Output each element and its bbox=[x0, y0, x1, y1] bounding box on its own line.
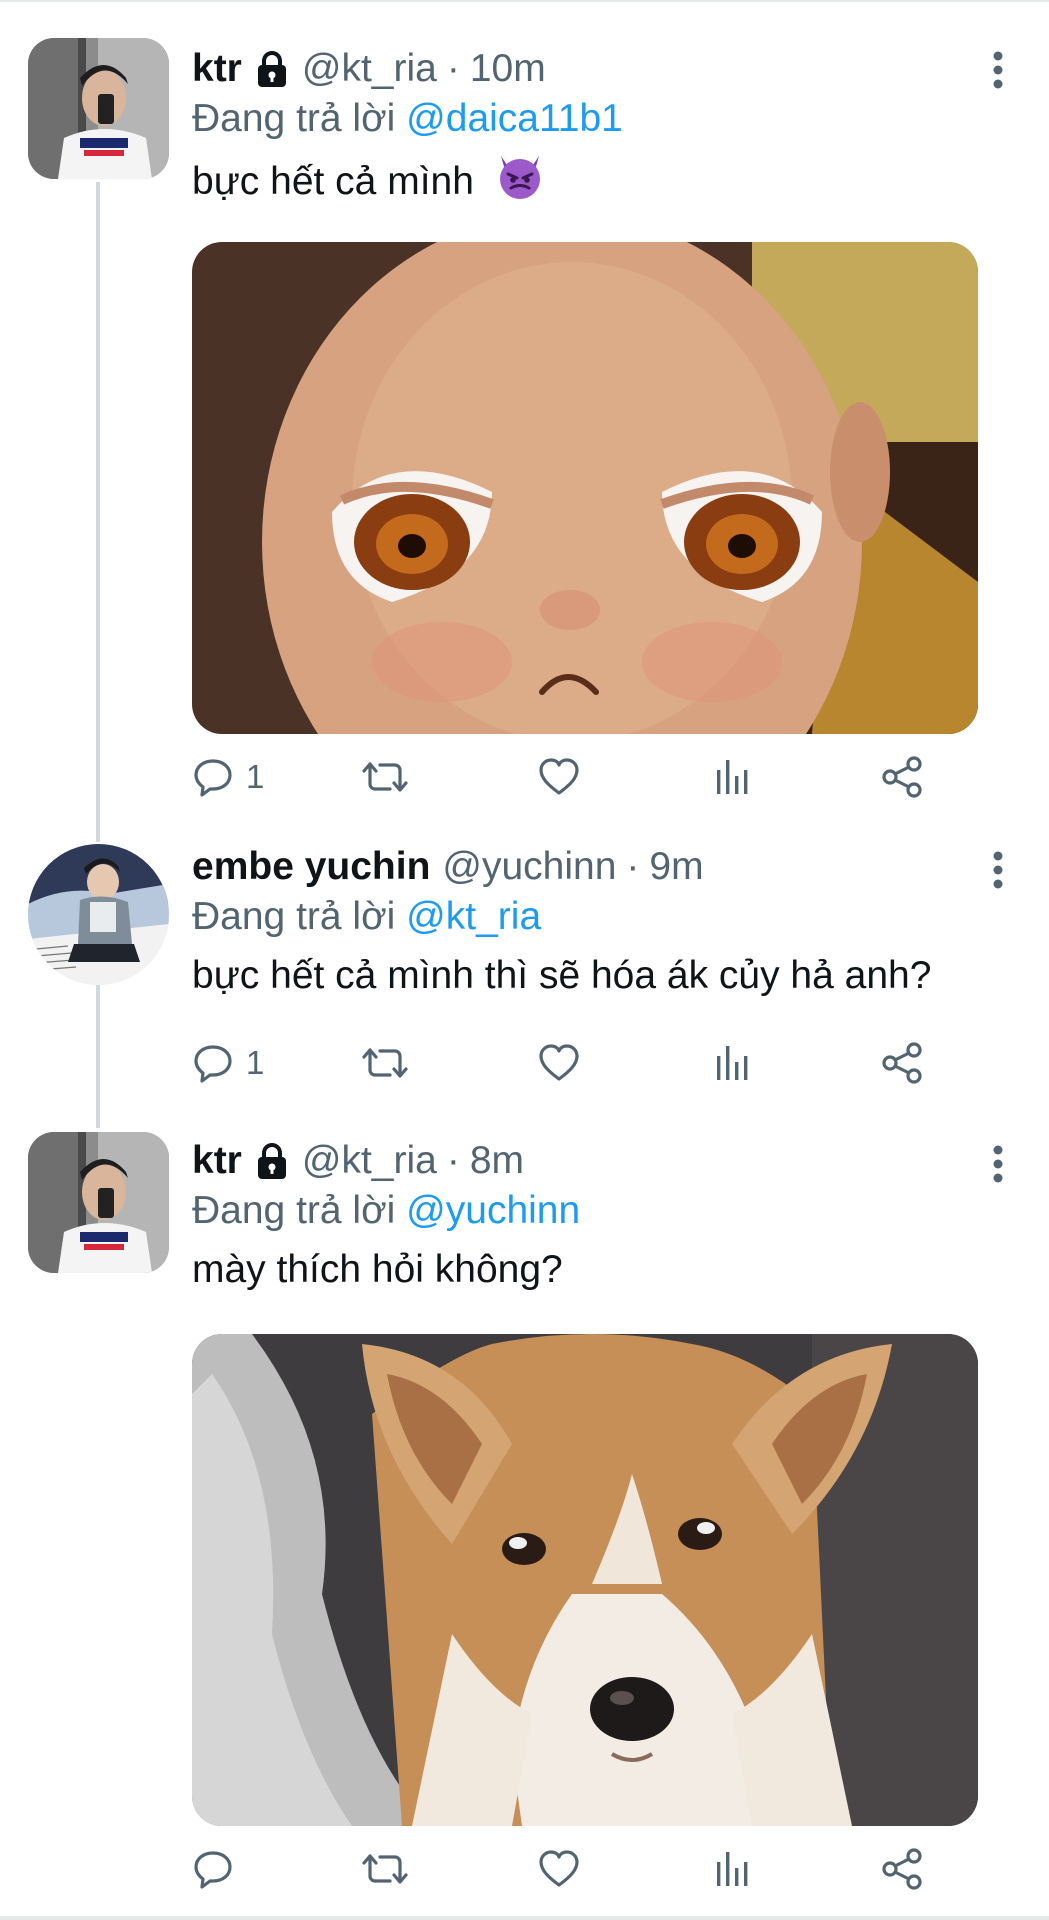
tweet-text: bực hết cả mình bbox=[192, 152, 1009, 214]
reply-bubble-icon bbox=[192, 1848, 234, 1890]
tweet-text-content: bực hết cả mình bbox=[192, 160, 474, 203]
display-name[interactable]: embe yuchin bbox=[192, 842, 430, 892]
retweet-icon bbox=[362, 1042, 408, 1084]
retweet-icon bbox=[362, 1848, 408, 1890]
more-vertical-icon[interactable] bbox=[991, 50, 1005, 90]
tweet-header: ktr @kt_ria · 8m bbox=[192, 1136, 1009, 1186]
tweet-content: ktr @kt_ria · 8m Đang trả lời @yuchinn m… bbox=[192, 1136, 1009, 1296]
heart-icon bbox=[538, 1042, 580, 1084]
lock-icon bbox=[252, 49, 292, 89]
retweet-icon bbox=[362, 756, 408, 798]
reply-button[interactable] bbox=[192, 1844, 246, 1894]
replying-to: Đang trả lời @kt_ria bbox=[192, 892, 1009, 942]
display-name[interactable]: ktr bbox=[192, 44, 242, 94]
lock-icon bbox=[252, 1141, 292, 1181]
tweet-text: bực hết cả mình thì sẽ hóa ák củy hả anh… bbox=[192, 954, 932, 997]
tweet-header: embe yuchin @yuchinn · 9m bbox=[192, 842, 1009, 892]
more-vertical-icon[interactable] bbox=[991, 850, 1005, 890]
handle[interactable]: @kt_ria bbox=[302, 44, 437, 94]
timestamp[interactable]: 8m bbox=[470, 1136, 524, 1186]
avatar[interactable] bbox=[28, 1132, 169, 1273]
replying-to-label: Đang trả lời bbox=[192, 1189, 396, 1232]
tweet-text: mày thích hỏi không? bbox=[192, 1248, 563, 1291]
tweet-actions: 1 bbox=[192, 752, 952, 802]
replying-to-label: Đang trả lời bbox=[192, 97, 396, 140]
more-vertical-icon[interactable] bbox=[991, 1144, 1005, 1184]
tweet[interactable]: embe yuchin @yuchinn · 9m Đang trả lời @… bbox=[0, 800, 1049, 1100]
heart-icon bbox=[538, 756, 580, 798]
mention-link[interactable]: @yuchinn bbox=[406, 1189, 580, 1232]
separator: · bbox=[446, 1139, 460, 1182]
share-icon bbox=[880, 1041, 924, 1085]
reply-button[interactable]: 1 bbox=[192, 752, 264, 802]
analytics-bars-icon bbox=[712, 1042, 752, 1084]
mention-link[interactable]: @daica11b1 bbox=[406, 97, 623, 140]
tweet[interactable]: ktr @kt_ria · 10m Đang trả lời @daica11b… bbox=[0, 0, 1049, 800]
display-name[interactable]: ktr bbox=[192, 1136, 242, 1186]
devil-emoji-icon bbox=[495, 152, 545, 214]
like-button[interactable] bbox=[538, 752, 580, 802]
retweet-button[interactable] bbox=[362, 1038, 408, 1088]
reply-button[interactable]: 1 bbox=[192, 1038, 264, 1088]
reply-bubble-icon bbox=[192, 756, 234, 798]
avatar[interactable] bbox=[28, 38, 169, 179]
bottom-divider bbox=[0, 1916, 1049, 1920]
retweet-button[interactable] bbox=[362, 1844, 408, 1894]
reply-count: 1 bbox=[246, 1044, 265, 1081]
mention-link[interactable]: @kt_ria bbox=[406, 895, 541, 938]
tweet-actions bbox=[192, 1844, 952, 1894]
tweet[interactable]: ktr @kt_ria · 8m Đang trả lời @yuchinn m… bbox=[0, 1100, 1049, 1910]
views-button[interactable] bbox=[712, 1038, 752, 1088]
avatar[interactable] bbox=[28, 844, 169, 985]
like-button[interactable] bbox=[538, 1038, 580, 1088]
share-icon bbox=[880, 755, 924, 799]
replying-to: Đang trả lời @daica11b1 bbox=[192, 94, 1009, 144]
tweet-content: ktr @kt_ria · 10m Đang trả lời @daica11b… bbox=[192, 44, 1009, 214]
tweet-content: embe yuchin @yuchinn · 9m Đang trả lời @… bbox=[192, 842, 1009, 1002]
analytics-bars-icon bbox=[712, 756, 752, 798]
share-button[interactable] bbox=[880, 1844, 924, 1894]
handle[interactable]: @kt_ria bbox=[302, 1136, 437, 1186]
replying-to-label: Đang trả lời bbox=[192, 895, 396, 938]
reply-count: 1 bbox=[246, 758, 265, 795]
share-button[interactable] bbox=[880, 752, 924, 802]
tweet-header: ktr @kt_ria · 10m bbox=[192, 44, 1009, 94]
heart-icon bbox=[538, 1848, 580, 1890]
analytics-bars-icon bbox=[712, 1848, 752, 1890]
retweet-button[interactable] bbox=[362, 752, 408, 802]
timestamp[interactable]: 10m bbox=[470, 44, 546, 94]
angry-baby-face-image[interactable] bbox=[192, 242, 978, 734]
timestamp[interactable]: 9m bbox=[649, 842, 703, 892]
separator: · bbox=[446, 47, 460, 90]
handle[interactable]: @yuchinn bbox=[442, 842, 616, 892]
reply-bubble-icon bbox=[192, 1042, 234, 1084]
share-button[interactable] bbox=[880, 1038, 924, 1088]
like-button[interactable] bbox=[538, 1844, 580, 1894]
corgi-dog-image[interactable] bbox=[192, 1334, 978, 1826]
replying-to: Đang trả lời @yuchinn bbox=[192, 1186, 1009, 1236]
views-button[interactable] bbox=[712, 1844, 752, 1894]
share-icon bbox=[880, 1847, 924, 1891]
tweet-actions: 1 bbox=[192, 1038, 952, 1088]
separator: · bbox=[626, 845, 640, 888]
views-button[interactable] bbox=[712, 752, 752, 802]
